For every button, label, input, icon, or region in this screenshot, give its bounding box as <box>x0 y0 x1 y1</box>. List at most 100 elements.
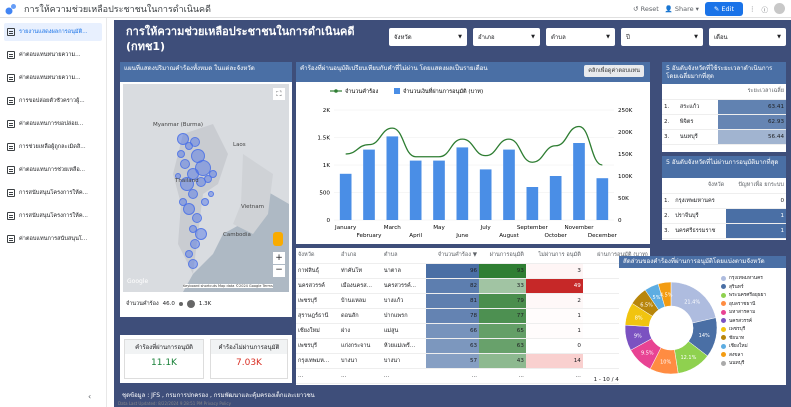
table-row[interactable]: กาฬสินธุ์ท่าคันโทนาตาล96933326K <box>296 263 650 279</box>
map-credits[interactable]: Keyboard shortcuts Map data ©2024 Google… <box>183 284 273 288</box>
nav-item[interactable]: การสนับสนุนโครงการให้ค... <box>4 207 102 225</box>
more-menu-icon[interactable]: ⋮ <box>749 5 756 13</box>
filter-dropdown[interactable]: ปี ▼ <box>621 28 703 46</box>
legend-item[interactable]: เชียงใหม่ <box>721 342 766 351</box>
table-row[interactable]: 1. กรุงเทพมหานคร 0 <box>662 193 786 209</box>
nav-item[interactable]: ค่าตอบแทนการสนับสนุนโ... <box>4 230 102 248</box>
map-bubble[interactable] <box>188 189 198 199</box>
table-cell: 1 <box>726 208 786 224</box>
map-bubble[interactable] <box>190 137 200 147</box>
map-bubble[interactable] <box>195 228 207 240</box>
column-header[interactable]: ไม่ผ่านการ อนุมัติ <box>525 248 583 264</box>
legend-item[interactable]: สุรินทร์ <box>721 283 766 292</box>
legend-item[interactable]: นครสวรรค์ <box>721 317 766 326</box>
reset-button[interactable]: ↺ Reset <box>633 5 659 13</box>
legend-item[interactable]: ชัยนาท <box>721 334 766 343</box>
table-row[interactable]: 3. นนทบุรี 56.44 <box>662 129 786 145</box>
page-icon <box>7 120 15 128</box>
bar[interactable] <box>339 173 352 220</box>
zoom-in-button[interactable]: + <box>273 252 285 264</box>
avatar[interactable] <box>774 3 785 14</box>
bar[interactable] <box>526 187 539 220</box>
combo-chart[interactable]: จำนวนคำร้อง จำนวนเงินที่ผ่านการอนุมัติ (บ… <box>296 82 650 242</box>
table-row[interactable]: นครสวรรค์เมืองนครส...นครสวรรค์...8233495… <box>296 278 650 294</box>
nav-item[interactable]: การช่วยเหลือผู้ถูกละเมิดสิ... <box>4 138 102 156</box>
bar[interactable] <box>596 178 609 220</box>
nav-item[interactable]: ค่าตอบแทนทนายความ... <box>4 69 102 87</box>
table-row[interactable]: เพชรบุรีบ้านแหลมบางแก้ว817922.4M <box>296 293 650 309</box>
bar[interactable] <box>549 176 562 220</box>
legend-item[interactable]: อุบลราชธานี <box>721 300 766 309</box>
pegman-icon[interactable] <box>273 232 283 246</box>
x-tick: March <box>384 225 402 231</box>
table-row[interactable]: สุราษฎร์ธานีดอนสักปากแพรก787711.1M <box>296 308 650 324</box>
table-row[interactable]: 2. พิจิตร 62.93 <box>662 114 786 130</box>
column-header[interactable]: ระยะเวลาเฉลี่ย <box>717 84 786 100</box>
map-bubble[interactable] <box>188 259 198 269</box>
column-header[interactable] <box>662 84 678 100</box>
bar[interactable] <box>479 169 492 220</box>
map-bubble[interactable] <box>192 213 202 223</box>
column-header[interactable]: ปัญหาเพื่อ ยกระบบ <box>726 178 786 194</box>
table-row[interactable]: 3. นครศรีธรรมราช 1 <box>662 223 786 239</box>
map-bubble[interactable] <box>208 191 214 197</box>
map-bubble[interactable] <box>201 198 209 206</box>
column-header[interactable]: ผ่านการอนุมัติ <box>479 248 526 264</box>
bar[interactable] <box>386 136 399 220</box>
column-header[interactable]: จังหวัด <box>296 248 339 264</box>
toggle-compensation-button[interactable]: คลิกเพื่อดูค่าตอบแทน <box>584 65 644 77</box>
nav-item[interactable]: ค่าตอบแทนทนายความ... <box>4 46 102 64</box>
filter-dropdown[interactable]: อำเภอ ▼ <box>473 28 540 46</box>
column-header[interactable] <box>662 178 674 194</box>
donut-chart[interactable]: 21.4%14%12.1%10%9.5%9%8%6.5%5% 4.5% <box>621 272 721 382</box>
column-header[interactable]: จำนวนคำร้อง ▼ <box>426 248 480 264</box>
table-row[interactable]: 1. สระแก้ว 63.41 <box>662 99 786 115</box>
bubble-map[interactable]: Myanmar (Burma) Laos Thailand Vietnam Cambod… <box>123 84 289 292</box>
nav-item[interactable]: การสนับสนุนโครงการให้ค... <box>4 184 102 202</box>
legend-item[interactable]: เพชรบุรี <box>721 325 766 334</box>
nav-item[interactable]: ค่าตอบแทนการขอปล่อย... <box>4 115 102 133</box>
legend-item[interactable]: กรุงเทพมหานคร <box>721 274 766 283</box>
collapse-sidebar-icon[interactable]: ‹ <box>88 392 91 401</box>
map-bubble[interactable] <box>185 250 193 258</box>
detail-table: จังหวัด อำเภอ ตำบล จำนวนคำร้อง ▼ ผ่านการอนุม… <box>296 248 650 384</box>
x-tick: December <box>588 233 618 239</box>
column-header[interactable] <box>677 84 718 100</box>
x-tick: September <box>517 225 549 231</box>
table-row[interactable]: เพชรบุรีแก่งกระจานห้วยแม่เพรี...636301.7… <box>296 338 650 354</box>
table-row[interactable]: เชียงใหม่ฝางแม่สูน66651263K <box>296 323 650 339</box>
bar[interactable] <box>409 160 422 220</box>
slice-label: 9% <box>634 333 642 339</box>
filter-dropdown[interactable]: เดือน ▼ <box>709 28 786 46</box>
line-series[interactable] <box>345 125 603 166</box>
filter-dropdown[interactable]: จังหวัด ▼ <box>389 28 467 46</box>
bar[interactable] <box>433 160 445 220</box>
legend-item[interactable]: สงขลา <box>721 351 766 360</box>
map-bubble[interactable] <box>177 150 185 158</box>
help-icon[interactable]: ⓘ <box>762 4 769 14</box>
looker-studio-icon[interactable] <box>4 2 18 16</box>
filter-dropdown[interactable]: ตำบล ▼ <box>546 28 615 46</box>
nav-item[interactable]: ค่าตอบแทนการช่วยเหลือ... <box>4 161 102 179</box>
table-row[interactable]: กรุงเทพมห...บางนาบางนา57431436.7M <box>296 353 650 369</box>
column-header[interactable]: จังหวัด <box>673 178 727 194</box>
bar[interactable] <box>573 143 585 220</box>
legend-item[interactable]: พระนครศรีอยุธยา <box>721 291 766 300</box>
column-header[interactable]: ตำบล <box>381 248 427 264</box>
bar[interactable] <box>456 147 469 220</box>
map-bubble[interactable] <box>180 159 190 169</box>
table-row[interactable]: 2. ปราจีนบุรี 1 <box>662 208 786 224</box>
bar[interactable] <box>503 149 515 220</box>
nav-item[interactable]: รายงานแสดงผลการอนุมัติ... <box>4 23 102 41</box>
bar[interactable] <box>363 149 375 220</box>
zoom-out-button[interactable]: − <box>273 265 285 277</box>
share-button[interactable]: 👤 Share ▾ <box>665 5 699 13</box>
legend-item[interactable]: มหาสารคาม <box>721 308 766 317</box>
legend-item[interactable]: นนทบุรี <box>721 359 766 368</box>
column-header[interactable]: อำเภอ <box>338 248 382 264</box>
fullscreen-icon[interactable]: ⛶ <box>273 88 285 100</box>
edit-button[interactable]: ✎ Edit <box>704 1 743 16</box>
nav-item[interactable]: การขอปล่อยตัวชั่วคราวผู้... <box>4 92 102 110</box>
map-bubble[interactable] <box>209 170 217 178</box>
map-bubble[interactable] <box>190 239 200 249</box>
